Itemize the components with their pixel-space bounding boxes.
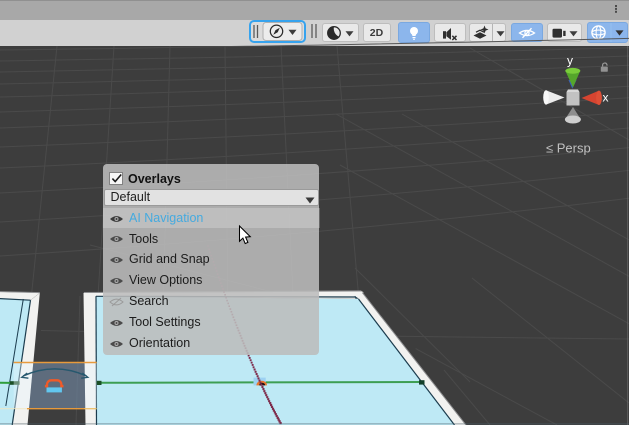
svg-text:y: y	[567, 54, 573, 68]
svg-text:≤ Persp: ≤ Persp	[546, 141, 591, 156]
svg-text:x: x	[603, 91, 609, 105]
